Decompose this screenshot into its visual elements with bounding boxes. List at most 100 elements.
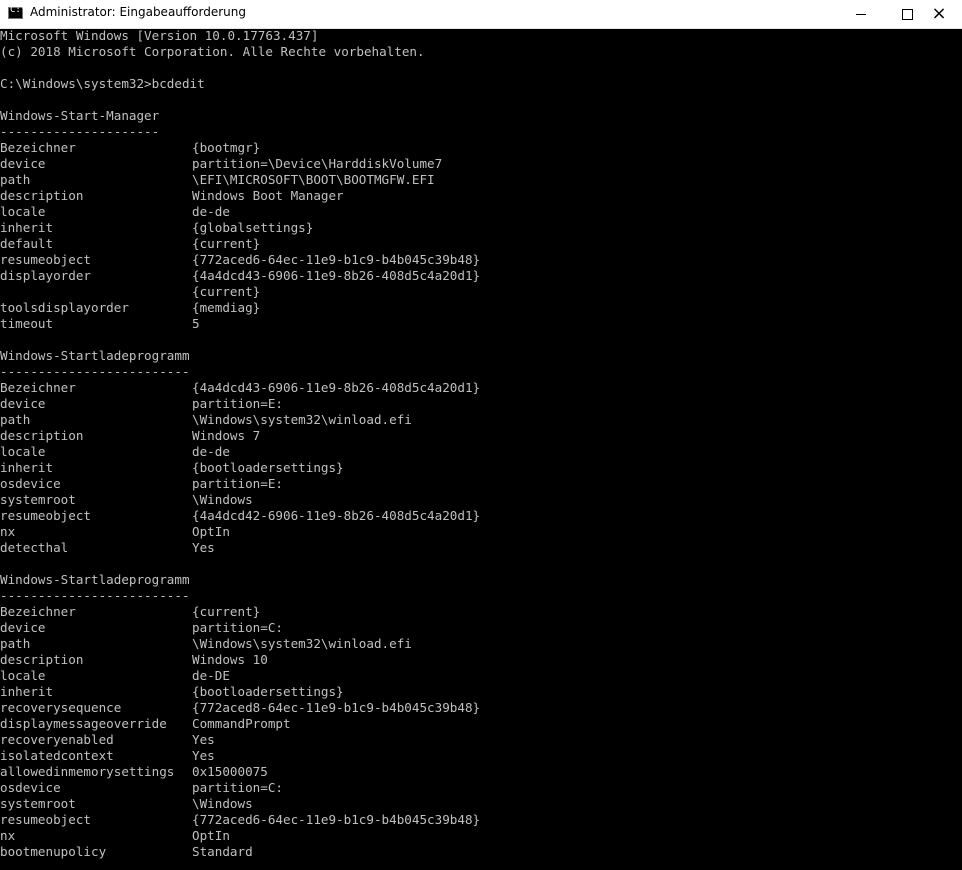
- bcd-value: 0x15000075: [192, 764, 268, 779]
- bcd-value: OptIn: [192, 524, 230, 539]
- console-line: Windows-Startladeprogramm: [0, 572, 190, 587]
- bcd-key: path: [0, 172, 31, 187]
- bcd-value: {772aced6-64ec-11e9-b1c9-b4b045c39b48}: [192, 252, 481, 267]
- bcd-entry-row: device partition=E:: [0, 396, 962, 412]
- bcd-entry-row: description Windows 10: [0, 652, 962, 668]
- bcd-key: systemroot: [0, 492, 76, 507]
- bcd-key: locale: [0, 204, 46, 219]
- bcd-entry-row: isolatedcontext Yes: [0, 748, 962, 764]
- bcd-key: timeout: [0, 316, 54, 331]
- bcd-entry-row: systemroot \Windows: [0, 796, 962, 812]
- bcd-key: inherit: [0, 460, 54, 475]
- bcd-key: default: [0, 236, 54, 251]
- bcd-entry-row: description Windows 7: [0, 428, 962, 444]
- bcd-entry-row: allowedinmemorysettings 0x15000075: [0, 764, 962, 780]
- bcd-value: partition=\Device\HarddiskVolume7: [192, 156, 443, 171]
- bcd-key: Bezeichner: [0, 140, 76, 155]
- bcd-entry-row: locale de-DE: [0, 668, 962, 684]
- bcd-entry-row: inherit {globalsettings}: [0, 220, 962, 236]
- bcd-entry-row: recoverysequence {772aced8-64ec-11e9-b1c9…: [0, 700, 962, 716]
- bcd-entry-row: resumeobject {772aced6-64ec-11e9-b1c9-b4b…: [0, 252, 962, 268]
- bcd-value: {memdiag}: [192, 300, 261, 315]
- bcd-value: {current}: [192, 236, 261, 251]
- cmd-icon[interactable]: C:\: [8, 5, 26, 19]
- maximize-icon: [901, 8, 913, 20]
- bcd-value: Standard: [192, 844, 253, 859]
- close-button[interactable]: ×: [916, 0, 962, 28]
- bcd-key: resumeobject: [0, 508, 91, 523]
- bcd-value: partition=E:: [192, 476, 283, 491]
- bcd-entry-row: recoveryenabled Yes: [0, 732, 962, 748]
- bcd-key: description: [0, 428, 84, 443]
- bcd-value: {globalsettings}: [192, 220, 314, 235]
- bcd-value: de-DE: [192, 668, 230, 683]
- bcd-value: {4a4dcd42-6906-11e9-8b26-408d5c4a20d1}: [192, 508, 481, 523]
- title-bar: C:\ Administrator: Eingabeaufforderung ×: [0, 0, 962, 29]
- minimize-icon: [856, 13, 866, 15]
- bcd-entry-row: nx OptIn: [0, 524, 962, 540]
- bcd-key: resumeobject: [0, 252, 91, 267]
- console-line: -------------------------: [0, 588, 190, 603]
- bcd-entry-row: device partition=C:: [0, 620, 962, 636]
- bcd-key: recoverysequence: [0, 700, 122, 715]
- bcd-entry-row: resumeobject {772aced6-64ec-11e9-b1c9-b4b…: [0, 812, 962, 828]
- bcd-entry-row: device partition=\Device\HarddiskVolume7: [0, 156, 962, 172]
- bcd-value: \Windows: [192, 492, 253, 507]
- bcd-entry-row: path \Windows\system32\winload.efi: [0, 636, 962, 652]
- bcd-value: {772aced8-64ec-11e9-b1c9-b4b045c39b48}: [192, 700, 481, 715]
- bcd-entry-row: description Windows Boot Manager: [0, 188, 962, 204]
- bcd-entry-row: resumeobject {4a4dcd42-6906-11e9-8b26-408…: [0, 508, 962, 524]
- bcd-value: Yes: [192, 748, 215, 763]
- bcd-value: 5: [192, 316, 200, 331]
- bcd-value: partition=E:: [192, 396, 283, 411]
- minimize-button[interactable]: [838, 0, 884, 28]
- bcd-entry-row: Bezeichner {4a4dcd43-6906-11e9-8b26-408d5…: [0, 380, 962, 396]
- bcd-key: displayorder: [0, 268, 91, 283]
- bcd-key: locale: [0, 668, 46, 683]
- close-icon: ×: [931, 3, 947, 24]
- bcd-key: osdevice: [0, 476, 61, 491]
- bcd-key: Bezeichner: [0, 380, 76, 395]
- bcd-entry-row: Bezeichner {current}: [0, 604, 962, 620]
- bcd-key: toolsdisplayorder: [0, 300, 129, 315]
- bcd-value: \EFI\MICROSOFT\BOOT\BOOTMGFW.EFI: [192, 172, 435, 187]
- bcd-value: {current}: [192, 604, 261, 619]
- console-output[interactable]: Microsoft Windows [Version 10.0.17763.43…: [0, 28, 962, 870]
- bcd-entry-row: systemroot \Windows: [0, 492, 962, 508]
- console-line: ---------------------: [0, 124, 160, 139]
- bcd-entry-row: inherit {bootloadersettings}: [0, 684, 962, 700]
- bcd-entry-row: displaymessageoverride CommandPrompt: [0, 716, 962, 732]
- bcd-value: \Windows\system32\winload.efi: [192, 412, 412, 427]
- bcd-key: device: [0, 620, 46, 635]
- bcd-value: Yes: [192, 540, 215, 555]
- bcd-key: path: [0, 412, 31, 427]
- bcd-key: nx: [0, 524, 16, 539]
- bcd-value: {772aced6-64ec-11e9-b1c9-b4b045c39b48}: [192, 812, 481, 827]
- bcd-entry-row: path \Windows\system32\winload.efi: [0, 412, 962, 428]
- bcd-key: device: [0, 396, 46, 411]
- bcd-value: partition=C:: [192, 620, 283, 635]
- bcd-entry-row: toolsdisplayorder {memdiag}: [0, 300, 962, 316]
- bcd-key: nx: [0, 828, 16, 843]
- console-line: Windows-Start-Manager: [0, 108, 160, 123]
- bcd-entry-row: timeout 5: [0, 316, 962, 332]
- console-line: C:\Windows\system32>bcdedit: [0, 76, 205, 91]
- bcd-entry-row: locale de-de: [0, 444, 962, 460]
- bcd-key: inherit: [0, 684, 54, 699]
- bcd-entry-row: nx OptIn: [0, 828, 962, 844]
- bcd-key: description: [0, 188, 84, 203]
- bcd-key: allowedinmemorysettings: [0, 764, 175, 779]
- bcd-key: recoveryenabled: [0, 732, 114, 747]
- console-line: (c) 2018 Microsoft Corporation. Alle Rec…: [0, 44, 425, 59]
- bcd-key: displaymessageoverride: [0, 716, 167, 731]
- bcd-entry-row: osdevice partition=E:: [0, 476, 962, 492]
- bcd-entry-row: inherit {bootloadersettings}: [0, 460, 962, 476]
- bcd-value: {bootloadersettings}: [192, 460, 344, 475]
- bcd-entry-row: default {current}: [0, 236, 962, 252]
- bcd-entry-row: detecthal Yes: [0, 540, 962, 556]
- bcd-value: {current}: [192, 284, 261, 299]
- bcd-key: Bezeichner: [0, 604, 76, 619]
- bcd-key: bootmenupolicy: [0, 844, 107, 859]
- bcd-value: de-de: [192, 444, 230, 459]
